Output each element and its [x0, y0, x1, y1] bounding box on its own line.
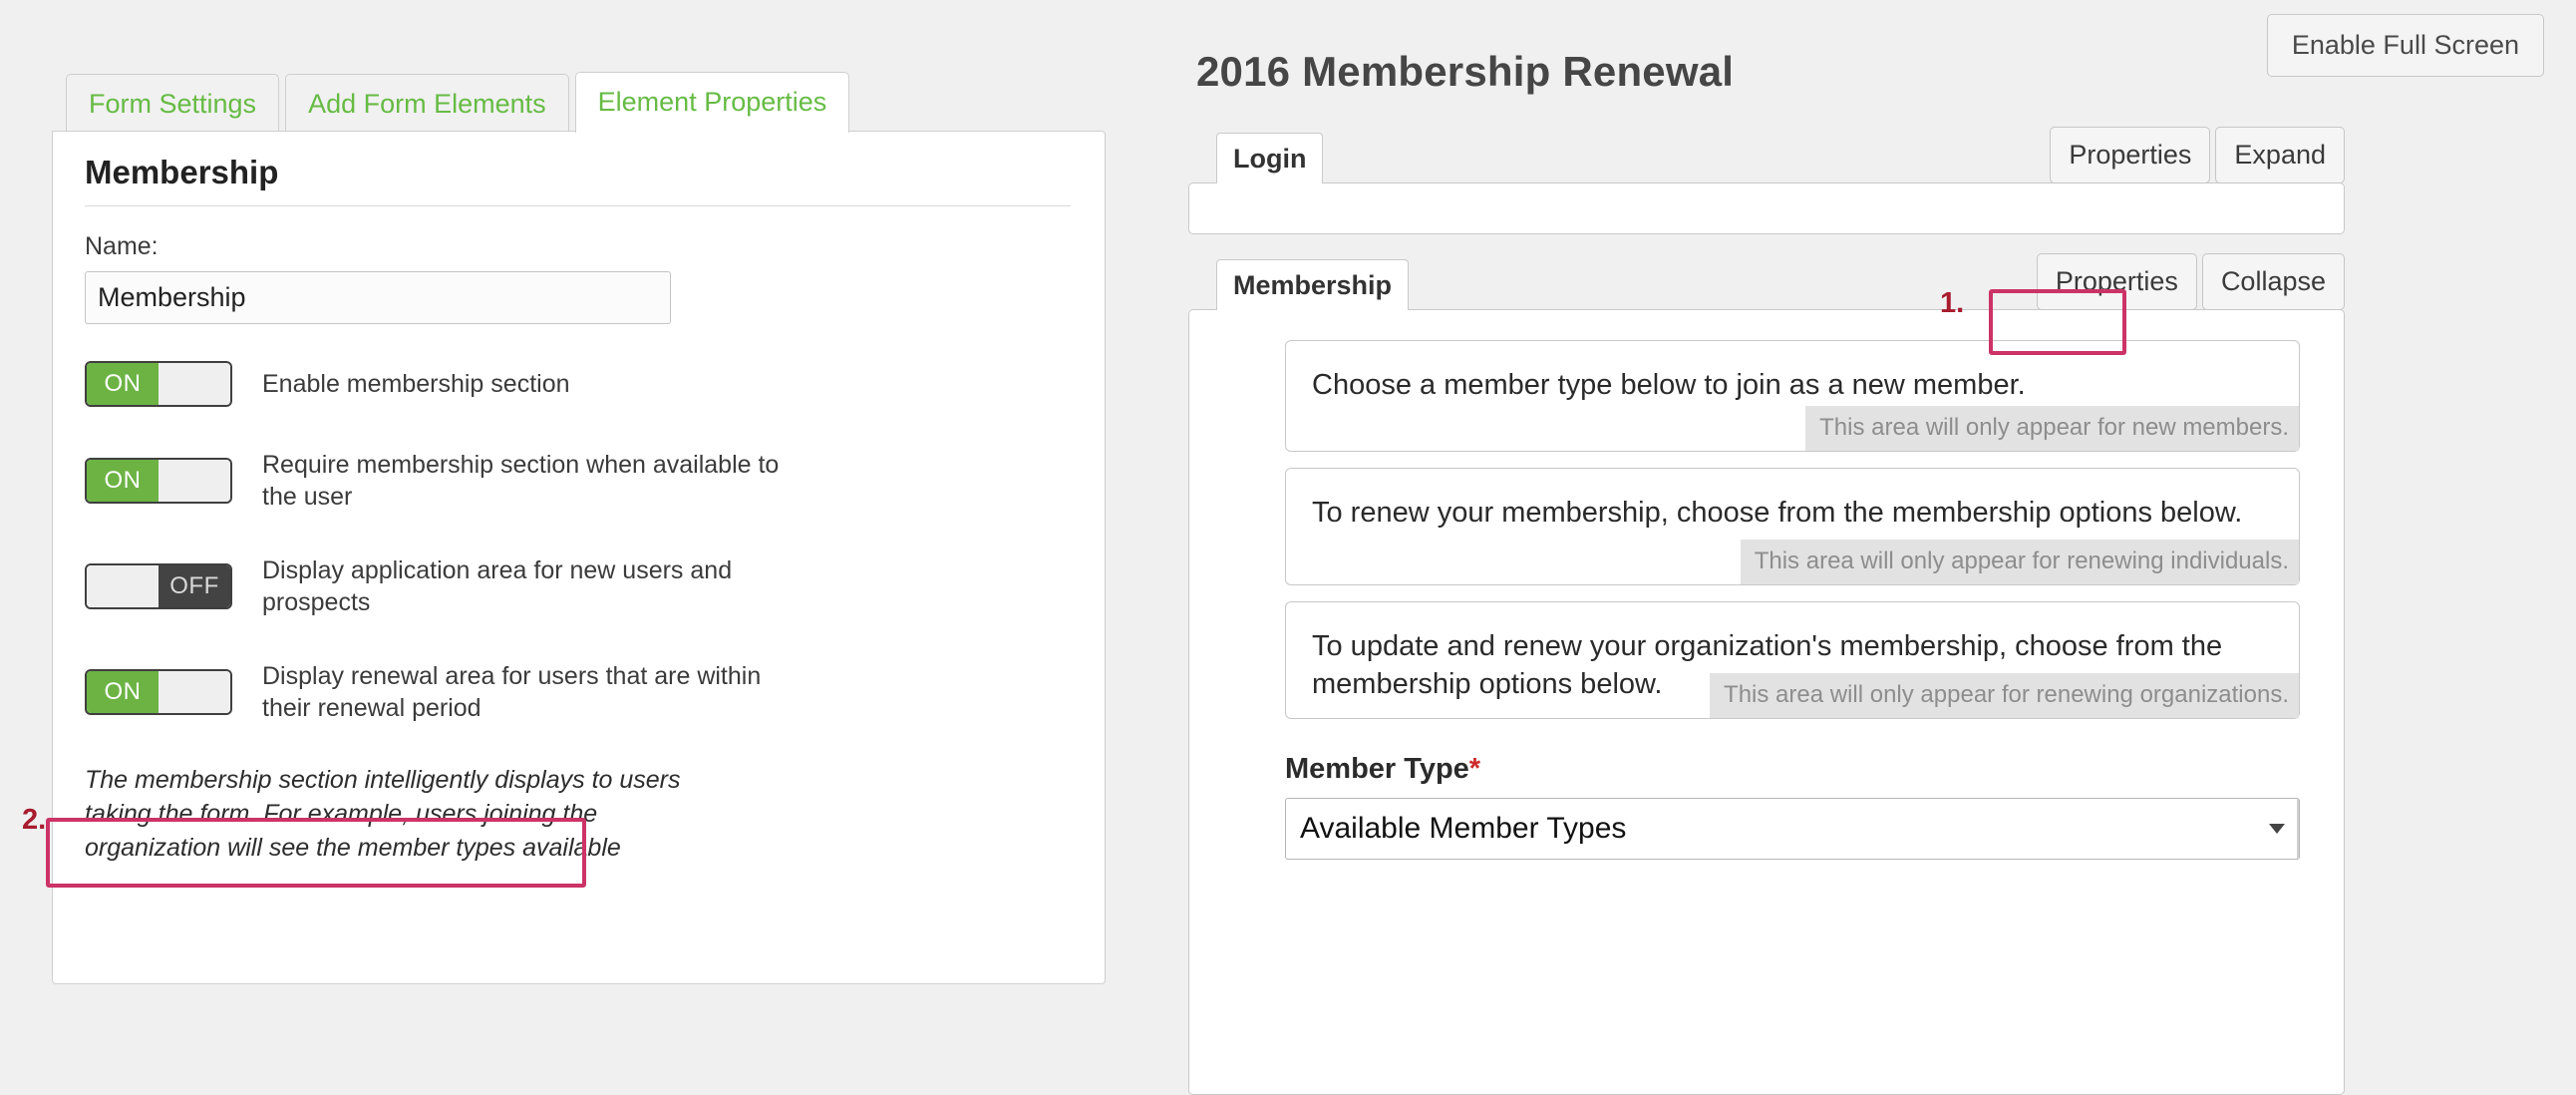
toggle-on-label: ON: [87, 363, 159, 405]
login-section: Login Properties Expand: [1188, 127, 2345, 234]
tab-form-settings[interactable]: Form Settings: [66, 74, 280, 133]
membership-properties-button[interactable]: Properties: [2036, 253, 2197, 310]
chevron-down-icon: [2269, 824, 2285, 834]
membership-section-bar: Membership Properties Collapse: [1188, 253, 2345, 310]
toggle-track-right: [159, 671, 230, 713]
membership-section-body: Choose a member type below to join as a …: [1188, 309, 2345, 1095]
application-area-toggle[interactable]: OFF: [85, 563, 232, 609]
application-area-toggle-row: OFF Display application area for new use…: [85, 549, 1071, 623]
require-membership-toggle-label: Require membership section when availabl…: [262, 451, 780, 511]
member-type-label-text: Member Type: [1285, 753, 1469, 785]
required-asterisk: *: [1468, 753, 1481, 785]
renewing-organization-message-box: To update and renew your organization's …: [1285, 601, 2300, 719]
renewing-individual-message-hint: This area will only appear for renewing …: [1740, 540, 2299, 584]
membership-section-tab[interactable]: Membership: [1216, 259, 1410, 310]
name-field-label: Name:: [85, 232, 159, 260]
name-input[interactable]: [85, 271, 671, 324]
membership-collapse-button[interactable]: Collapse: [2201, 253, 2345, 310]
membership-helper-note: The membership section intelligently dis…: [85, 766, 681, 862]
member-type-selected-value: Available Member Types: [1300, 812, 1627, 845]
enable-membership-toggle-label: Enable membership section: [262, 370, 570, 398]
tab-element-properties[interactable]: Element Properties: [574, 72, 850, 133]
renewing-individual-message-box: To renew your membership, choose from th…: [1285, 468, 2300, 585]
membership-section-tab-label: Membership: [1233, 270, 1393, 300]
login-expand-button[interactable]: Expand: [2215, 127, 2345, 183]
element-properties-panel: Form Settings Add Form Elements Element …: [52, 72, 1106, 1079]
new-member-message-text: Choose a member type below to join as a …: [1312, 369, 2026, 401]
login-section-tab-label: Login: [1233, 144, 1307, 174]
toggle-on-label: ON: [87, 671, 159, 713]
renewal-area-toggle[interactable]: ON: [85, 669, 232, 715]
select-scrollbar[interactable]: [2297, 799, 2299, 859]
left-panel-tabstrip: Form Settings Add Form Elements Element …: [52, 72, 1106, 133]
require-membership-toggle-row: ON Require membership section when avail…: [85, 444, 1071, 518]
renewal-area-toggle-row: ON Display renewal area for users that a…: [85, 655, 1071, 729]
new-member-message-hint: This area will only appear for new membe…: [1805, 406, 2299, 451]
enable-membership-toggle[interactable]: ON: [85, 361, 232, 407]
application-area-toggle-label: Display application area for new users a…: [262, 556, 733, 616]
toggle-track-right: [159, 460, 230, 502]
member-type-field: Member Type* Available Member Types: [1285, 753, 2300, 860]
tab-element-properties-label: Element Properties: [597, 87, 827, 117]
login-section-bar: Login Properties Expand: [1188, 127, 2345, 183]
login-section-actions: Properties Expand: [2050, 127, 2345, 183]
page-title: 2016 Membership Renewal: [1196, 48, 1735, 95]
toggle-track-left: [87, 565, 159, 607]
annotation-1-number: 1.: [1940, 287, 1965, 319]
require-membership-toggle[interactable]: ON: [85, 458, 232, 504]
tab-form-settings-label: Form Settings: [89, 89, 257, 119]
renewing-organization-message-hint: This area will only appear for renewing …: [1710, 673, 2299, 718]
membership-section-actions: Properties Collapse: [2036, 253, 2345, 310]
annotation-2-number: 2.: [22, 804, 47, 836]
login-properties-button[interactable]: Properties: [2050, 127, 2211, 183]
login-section-body: [1188, 182, 2345, 234]
tab-add-form-elements[interactable]: Add Form Elements: [285, 74, 569, 133]
new-member-message-box: Choose a member type below to join as a …: [1285, 340, 2300, 452]
member-type-select[interactable]: Available Member Types: [1285, 798, 2300, 860]
renewal-area-toggle-label: Display renewal area for users that are …: [262, 662, 762, 722]
toggle-off-label: OFF: [159, 565, 230, 607]
panel-heading: Membership: [85, 154, 1071, 206]
enable-membership-toggle-row: ON Enable membership section: [85, 356, 1071, 412]
toggle-track-right: [159, 363, 230, 405]
element-properties-body: Membership Name: ON Enable membership se…: [52, 131, 1106, 984]
toggle-on-label: ON: [87, 460, 159, 502]
membership-section: Membership Properties Collapse Choose a …: [1188, 253, 2345, 1095]
member-type-label: Member Type*: [1285, 753, 2300, 786]
form-preview-panel: 2016 Membership Renewal Login Properties…: [1188, 48, 2345, 1095]
renewing-individual-message-text: To renew your membership, choose from th…: [1312, 497, 2243, 529]
login-section-tab[interactable]: Login: [1216, 133, 1324, 183]
tab-add-form-elements-label: Add Form Elements: [308, 89, 546, 119]
